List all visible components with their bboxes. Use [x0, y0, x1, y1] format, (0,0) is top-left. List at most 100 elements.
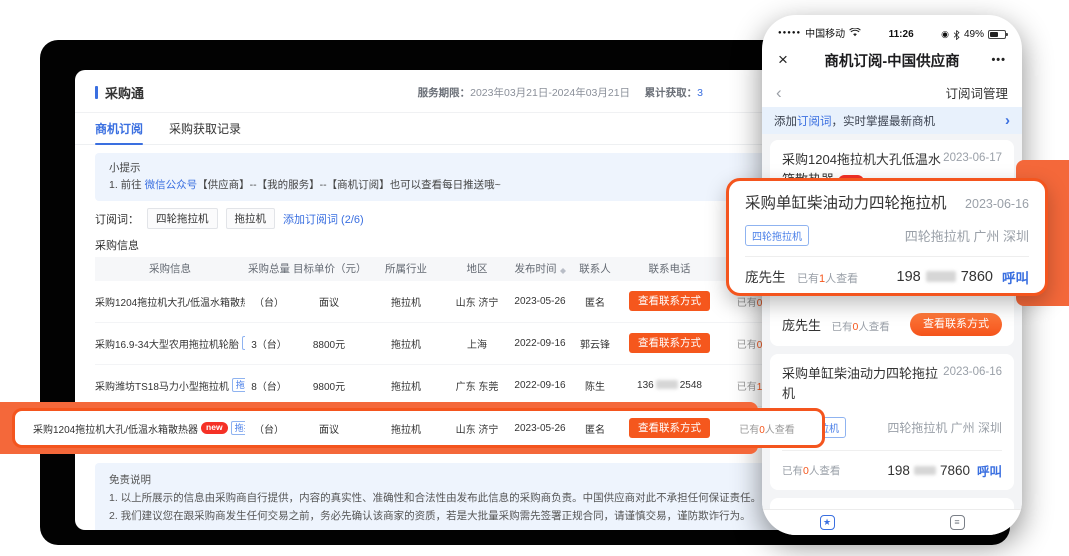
- cell-contact: 匿名: [573, 421, 617, 436]
- cell-quantity: （台）: [245, 294, 293, 309]
- cell-title: 采购16.9-34大型农用拖拉机轮胎 拖拉机: [95, 336, 245, 351]
- add-subscription-banner[interactable]: 添加订阅词，实时掌握最新商机 ›: [762, 107, 1022, 134]
- cell-title: 采购1204拖拉机大孔/低温水箱散热器 new 拖拉机: [33, 421, 245, 436]
- subscription-word-manage-link[interactable]: 订阅词管理: [945, 83, 1008, 102]
- header-info: 采购信息: [95, 261, 245, 276]
- card-contact-views: 庞先生 已有1人查看: [745, 266, 858, 287]
- header-contact: 联系人: [573, 261, 617, 276]
- cell-price: 面议: [293, 421, 365, 436]
- phone-status-bar: ●●●●● 中国移动 11:26 ◉ 49%: [762, 15, 1022, 43]
- cell-region: 山东 济宁: [447, 421, 507, 436]
- cell-industry: 拖拉机: [365, 294, 447, 309]
- service-period-label: 服务期限：: [418, 87, 471, 99]
- subscription-word-chip: 拖拉机: [226, 208, 276, 229]
- view-contact-button[interactable]: 查看联系方式: [629, 333, 710, 354]
- cell-region: 上海: [447, 336, 507, 351]
- views-count: 已有0人查看: [831, 321, 889, 333]
- tab-procurement-records[interactable]: 采购获取记录: [169, 113, 241, 144]
- service-period-value: 2023年03月21日-2024年03月21日: [470, 87, 630, 99]
- cell-date: 2022-09-16: [507, 380, 573, 391]
- call-link[interactable]: 呼叫: [1002, 267, 1029, 287]
- contact-name: 庞先生: [745, 270, 786, 285]
- service-meta: 服务期限：2023年03月21日-2024年03月21日 累计获取：3: [418, 85, 703, 100]
- header-publish-time-label: 发布时间: [515, 263, 557, 275]
- phone-subnav: ‹ 订阅词管理: [762, 77, 1022, 107]
- cell-industry: 拖拉机: [365, 336, 447, 351]
- new-badge: new: [201, 422, 228, 434]
- cell-date: 2023-05-26: [507, 296, 573, 307]
- header-phone: 联系电话: [617, 261, 722, 276]
- wechat-account-link[interactable]: 微信公众号: [145, 179, 198, 191]
- screenshot-stage: 采购通 服务期限：2023年03月21日-2024年03月21日 累计获取：3 …: [0, 0, 1069, 556]
- sort-icon[interactable]: [560, 265, 566, 277]
- view-contact-button[interactable]: 查看联系方式: [910, 313, 1002, 336]
- keyword-tag: 拖拉机: [231, 421, 245, 436]
- signal-icon: ●●●●●: [778, 30, 801, 36]
- cell-quantity: （台）: [245, 421, 293, 436]
- phone-number: 1987860 呼叫: [887, 461, 1002, 480]
- page-title: 采购通: [95, 83, 144, 102]
- subscribe-tab-icon[interactable]: ★: [820, 515, 835, 530]
- header-region: 地区: [447, 261, 507, 276]
- contact-name: 庞先生: [782, 318, 821, 333]
- page-title-text: 采购通: [105, 83, 144, 102]
- cell-date: 2023-05-26: [507, 423, 573, 434]
- cell-contact: 郭云锋: [573, 336, 617, 351]
- cell-title: 采购1204拖拉机大孔/低温水箱散热器 new 拖拉机: [95, 294, 245, 309]
- subscription-label: 订阅词：: [95, 211, 139, 227]
- chevron-right-icon: ›: [1005, 112, 1010, 129]
- header-quantity: 采购总量: [245, 261, 293, 276]
- highlighted-table-row: 采购1204拖拉机大孔/低温水箱散热器 new 拖拉机 （台） 面议 拖拉机 山…: [12, 408, 825, 448]
- cell-phone-number: 1362548: [617, 380, 722, 391]
- row-title-text: 采购1204拖拉机大孔/低温水箱散热器: [95, 294, 245, 309]
- card-date: 2023-06-16: [965, 197, 1029, 211]
- cell-views: 已有0人查看: [722, 421, 812, 436]
- view-contact-button[interactable]: 查看联系方式: [629, 291, 710, 312]
- cell-price: 面议: [293, 294, 365, 309]
- row-title-text: 采购潍坊TS18马力小型拖拉机: [95, 378, 229, 393]
- tab-business-subscription[interactable]: 商机订阅: [95, 113, 143, 144]
- more-icon[interactable]: •••: [991, 54, 1006, 66]
- clock: 11:26: [889, 29, 914, 40]
- cell-price: 9800元: [293, 378, 365, 393]
- card-contact-views: 庞先生 已有0人查看: [782, 315, 890, 335]
- row-title-text: 采购1204拖拉机大孔/低温水箱散热器: [33, 421, 198, 436]
- cell-quantity: 3（台）: [245, 336, 293, 351]
- phone-page-title: 商机订阅-中国供应商: [762, 50, 1022, 71]
- header-target-price: 目标单价（元）: [293, 261, 365, 276]
- back-chevron-icon[interactable]: ‹: [776, 84, 782, 101]
- add-subscription-word-link[interactable]: 添加订阅词 (2/6): [283, 211, 364, 227]
- cell-region: 广东 东莞: [447, 378, 507, 393]
- keyword-tag: 拖拉机: [232, 378, 245, 393]
- cell-industry: 拖拉机: [365, 378, 447, 393]
- wifi-icon: [849, 28, 861, 37]
- row-title-text: 采购16.9-34大型农用拖拉机轮胎: [95, 336, 239, 351]
- highlighted-business-card: 采购单缸柴油动力四轮拖拉机 2023-06-16 四轮拖拉机 四轮拖拉机 广州 …: [726, 178, 1048, 296]
- call-link[interactable]: 呼叫: [977, 461, 1002, 480]
- cell-contact: 匿名: [573, 294, 617, 309]
- close-icon[interactable]: ×: [778, 50, 788, 70]
- tip-text-post: 【供应商】--【我的服务】--【商机订阅】也可以查看每日推送哦~: [197, 179, 501, 191]
- header-publish-time[interactable]: 发布时间: [507, 261, 573, 277]
- keyword-tag: 四轮拖拉机: [745, 225, 809, 246]
- views-count: 已有0人查看: [782, 463, 840, 478]
- banner-text: 添加订阅词，实时掌握最新商机: [774, 113, 935, 129]
- cell-quantity: 8（台）: [245, 378, 293, 393]
- business-card: 采购潍坊TS18马力小型拖拉机 2023-06-17 拖拉机 拖拉机 上海 查看…: [770, 498, 1014, 509]
- message-tab-icon[interactable]: ≡: [950, 515, 965, 530]
- card-meta: 四轮拖拉机 广州 深圳: [905, 226, 1029, 245]
- divider: [745, 256, 1029, 257]
- cell-title: 采购潍坊TS18马力小型拖拉机 拖拉机: [95, 378, 245, 393]
- masked-digits: [926, 271, 956, 282]
- cumulative-value: 3: [697, 87, 703, 99]
- cell-price: 8800元: [293, 336, 365, 351]
- cumulative-label: 累计获取：: [645, 87, 698, 99]
- divider: [782, 450, 1002, 451]
- cell-industry: 拖拉机: [365, 421, 447, 436]
- rotation-lock-icon: ◉: [941, 29, 949, 40]
- phone-number: 1987860 呼叫: [897, 267, 1029, 287]
- phone-nav-bar: × 商机订阅-中国供应商 •••: [762, 43, 1022, 77]
- cell-region: 山东 济宁: [447, 294, 507, 309]
- view-contact-button[interactable]: 查看联系方式: [629, 418, 710, 439]
- subscription-word-chip: 四轮拖拉机: [147, 208, 218, 229]
